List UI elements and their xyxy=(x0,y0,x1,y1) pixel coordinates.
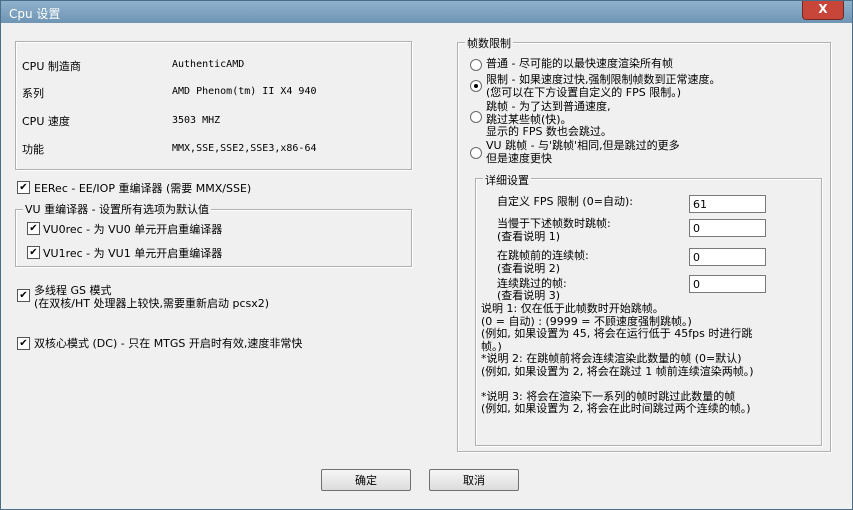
cpu-vendor-label: CPU 制造商 xyxy=(22,60,81,73)
frame-mode-skip-radio[interactable] xyxy=(470,111,482,123)
note-line: (例如, 如果设置为 45, 将会在运行低于 45fps 时进行跳 xyxy=(481,327,753,340)
note-line: *说明 2: 在跳帧前将会连续渲染此数量的帧 (0=默认) xyxy=(481,352,742,365)
cpu-features-value: MMX,SSE,SSE2,SSE3,x86-64 xyxy=(172,143,317,154)
skip-below-input[interactable]: 0 xyxy=(689,219,766,237)
frame-mode-vuskip-note: 但是速度更快 xyxy=(486,152,552,165)
consecutive-frames-input[interactable]: 0 xyxy=(689,248,766,266)
cpu-family-value: AMD Phenom(tm) II X4 940 xyxy=(172,86,317,97)
frame-mode-normal-radio[interactable] xyxy=(470,59,482,71)
dual-core-checkbox[interactable]: ✔ xyxy=(17,337,30,350)
vu0rec-checkbox[interactable]: ✔ xyxy=(27,222,40,235)
eerec-label: EERec - EE/IOP 重编译器 (需要 MMX/SSE) xyxy=(34,182,252,195)
cpu-settings-window: Cpu 设置 X CPU 制造商 AuthenticAMD 系列 AMD Phe… xyxy=(0,0,853,510)
consecutive-frames-note: (查看说明 2) xyxy=(497,262,561,275)
frame-limit-legend: 帧数限制 xyxy=(465,35,513,51)
close-icon: X xyxy=(818,2,828,16)
mtgs-note: (在双核/HT 处理器上较快,需要重新启动 pcsx2) xyxy=(34,297,270,310)
details-legend: 详细设置 xyxy=(483,172,531,188)
title-bar[interactable]: Cpu 设置 X xyxy=(1,1,852,23)
note-line: (例如, 如果设置为 2, 将会在此时间跳过两个连续的帧。) xyxy=(481,402,751,415)
cpu-vendor-value: AuthenticAMD xyxy=(172,59,245,70)
frame-mode-limit-radio[interactable] xyxy=(470,80,482,92)
cpu-speed-value: 3503 MHZ xyxy=(172,115,221,126)
vu1rec-label: VU1rec - 为 VU1 单元开启重编译器 xyxy=(43,247,223,260)
note-line: (例如, 如果设置为 2, 将会在跳过 1 帧前连续渲染两帧。) xyxy=(481,364,754,378)
ok-button[interactable]: 确定 xyxy=(321,469,411,491)
vu-group-legend: VU 重编译器 - 设置所有选项为默认值 xyxy=(23,201,212,217)
cpu-family-label: 系列 xyxy=(22,87,44,100)
fps-limit-label: 自定义 FPS 限制 (0=自动): xyxy=(497,195,633,208)
frame-mode-normal-label: 普通 - 尽可能的以最快速度渲染所有帧 xyxy=(486,57,673,70)
dialog-body: CPU 制造商 AuthenticAMD 系列 AMD Phenom(tm) I… xyxy=(5,23,848,507)
note-line xyxy=(481,378,754,391)
notes-text: 说明 1: 仅在低于此帧数时开始跳帧。 (0 = 自动) : (9999 = 不… xyxy=(481,302,754,416)
vu1rec-checkbox[interactable]: ✔ xyxy=(27,246,40,259)
cpu-features-label: 功能 xyxy=(22,143,44,156)
note-line: 说明 1: 仅在低于此帧数时开始跳帧。 xyxy=(481,302,664,315)
frames-to-skip-input[interactable]: 0 xyxy=(689,275,766,293)
skip-below-note: (查看说明 1) xyxy=(497,230,561,243)
close-button[interactable]: X xyxy=(802,1,844,20)
frame-mode-vuskip-radio[interactable] xyxy=(470,147,482,159)
vu0rec-label: VU0rec - 为 VU0 单元开启重编译器 xyxy=(43,223,223,236)
fps-limit-input[interactable]: 61 xyxy=(689,195,766,213)
cancel-button[interactable]: 取消 xyxy=(429,469,519,491)
frames-to-skip-note: (查看说明 3) xyxy=(497,289,561,302)
dual-core-label: 双核心模式 (DC) - 只在 MTGS 开启时有效,速度非常快 xyxy=(34,337,303,350)
cpu-speed-label: CPU 速度 xyxy=(22,115,70,128)
mtgs-checkbox[interactable]: ✔ xyxy=(17,289,30,302)
eerec-checkbox[interactable]: ✔ xyxy=(17,181,30,194)
window-title: Cpu 设置 xyxy=(9,7,61,21)
